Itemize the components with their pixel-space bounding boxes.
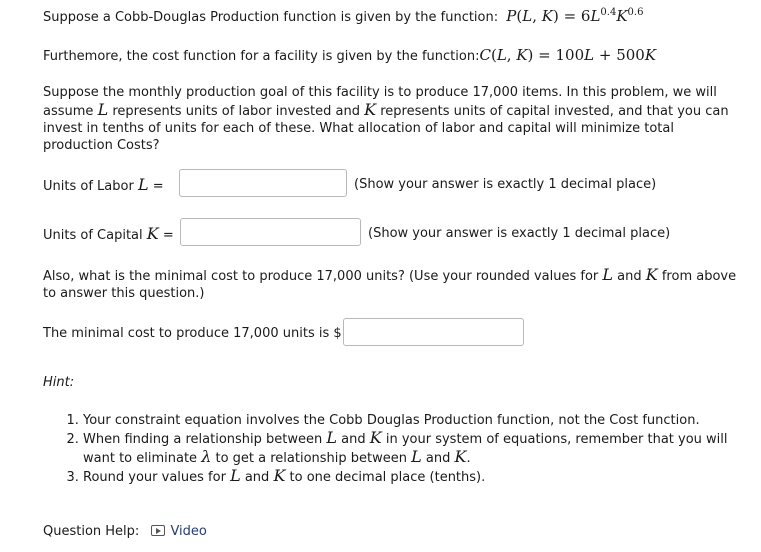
hint-item-1: Your constraint equation involves the Co… (83, 412, 753, 429)
min-cost-input[interactable] (343, 318, 524, 346)
cost-line: Furthemore, the cost function for a faci… (43, 47, 656, 65)
hint-list: Your constraint equation involves the Co… (64, 412, 753, 486)
min-cost-question: Also, what is the minimal cost to produc… (43, 265, 737, 301)
cost-text: Furthemore, the cost function for a faci… (43, 49, 480, 64)
video-icon (151, 525, 166, 536)
capital-input[interactable] (180, 218, 361, 246)
video-link[interactable]: Video (151, 524, 207, 539)
capital-var: K (364, 100, 377, 119)
hint-item-3: Round your values for L and K to one dec… (83, 467, 753, 486)
question-help-label: Question Help: (43, 524, 140, 539)
capital-note: (Show your answer is exactly 1 decimal p… (368, 226, 671, 241)
question-help: Question Help: Video (43, 523, 207, 540)
problem-paragraph: Suppose the monthly production goal of t… (43, 85, 729, 153)
min-cost-label: The minimal cost to produce 17,000 units… (43, 326, 342, 341)
labor-note: (Show your answer is exactly 1 decimal p… (354, 177, 657, 192)
intro-line: Suppose a Cobb-Douglas Production functi… (43, 8, 643, 26)
labor-var: L (97, 100, 109, 119)
production-function: P(L, K) = 6L0.4K0.6 (506, 7, 644, 25)
hint-item-2: When finding a relationship between L an… (83, 429, 753, 467)
capital-label: Units of Capital K = (43, 224, 174, 243)
hint-title: Hint: (43, 375, 75, 390)
intro-text: Suppose a Cobb-Douglas Production functi… (43, 10, 499, 25)
labor-input[interactable] (179, 169, 347, 197)
cost-function: C(L, K) = 100L + 500K (479, 46, 657, 64)
labor-label: Units of Labor L = (43, 175, 164, 194)
